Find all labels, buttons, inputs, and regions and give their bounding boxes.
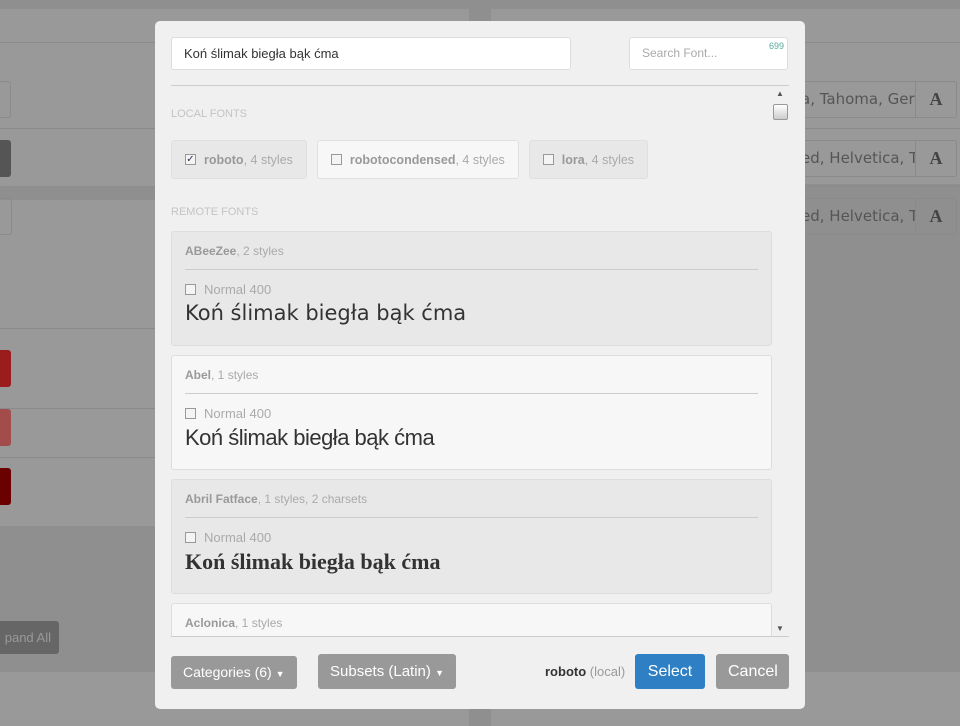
color-swatch <box>0 468 11 505</box>
font-picker-modal: Koń ślimak biegła bąk ćma Search Font...… <box>155 21 805 709</box>
remote-fonts-heading: REMOTE FONTS <box>171 206 259 218</box>
scroll-down-icon[interactable]: ▼ <box>776 624 784 633</box>
search-placeholder: Search Font... <box>642 46 718 60</box>
bg-input <box>0 198 12 235</box>
font-family-field[interactable]: ed, Helvetica, Ta <box>800 140 916 177</box>
font-preview: Koń ślimak biegła bąk ćma <box>185 425 435 450</box>
font-picker-button[interactable]: A <box>915 81 957 118</box>
font-family-field[interactable]: ed, Helvetica, Ta <box>800 198 916 235</box>
local-font-roboto[interactable]: ✓ roboto, 4 styles <box>171 140 307 179</box>
caret-down-icon: ▼ <box>275 669 285 679</box>
font-count: 699 <box>768 41 784 51</box>
font-card-aclonica[interactable]: Aclonica, 1 styles <box>171 603 772 636</box>
font-picker-button[interactable]: A <box>915 140 957 177</box>
font-card-abeezee[interactable]: ABeeZee, 2 styles Normal 400 Koń ślimak … <box>171 231 772 346</box>
color-swatch <box>0 409 11 446</box>
font-preview: Koń ślimak biegła bąk ćma <box>185 301 467 325</box>
expand-all-button[interactable]: pand All <box>0 621 59 654</box>
subsets-dropdown[interactable]: Subsets (Latin) ▼ <box>318 654 456 689</box>
font-preview: Koń ślimak biegła bąk ćma <box>185 549 441 574</box>
caret-down-icon: ▼ <box>435 668 444 678</box>
font-list: LOCAL FONTS ✓ roboto, 4 styles robotocond… <box>171 86 772 636</box>
font-picker-button[interactable]: A <box>915 198 957 235</box>
cancel-button[interactable]: Cancel <box>716 654 789 689</box>
scroll-up-icon[interactable]: ▲ <box>776 89 784 98</box>
local-fonts-heading: LOCAL FONTS <box>171 108 247 120</box>
checkbox[interactable] <box>185 408 196 419</box>
scrollbar-thumb[interactable] <box>773 104 788 120</box>
font-card-abril-fatface[interactable]: Abril Fatface, 1 styles, 2 charsets Norm… <box>171 479 772 594</box>
checkbox[interactable] <box>542 154 554 165</box>
checkbox[interactable] <box>185 284 196 295</box>
local-font-robotocondensed[interactable]: robotocondensed, 4 styles <box>316 140 519 179</box>
font-family-field[interactable]: a, Tahoma, Ger <box>800 81 916 118</box>
color-swatch <box>0 350 11 387</box>
font-search-input[interactable]: Search Font... 699 <box>629 37 788 70</box>
checkbox-checked[interactable]: ✓ <box>185 154 196 165</box>
select-button[interactable]: Select <box>635 654 705 689</box>
checkbox[interactable] <box>185 532 196 543</box>
scrollbar[interactable]: ▲ ▼ <box>772 86 789 636</box>
bg-input-dark <box>0 140 11 177</box>
current-font: roboto (local) <box>545 664 626 679</box>
bg-input <box>0 81 11 118</box>
font-card-abel[interactable]: Abel, 1 styles Normal 400 Koń ślimak bie… <box>171 355 772 470</box>
local-font-lora[interactable]: lora, 4 styles <box>528 140 649 179</box>
checkbox[interactable] <box>330 154 342 165</box>
categories-dropdown[interactable]: Categories (6) ▼ <box>171 656 297 689</box>
preview-text-input[interactable]: Koń ślimak biegła bąk ćma <box>171 37 571 70</box>
